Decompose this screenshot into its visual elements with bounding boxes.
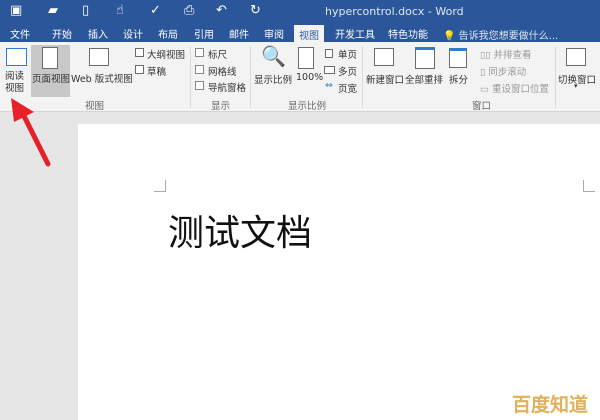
document-page[interactable] bbox=[78, 124, 600, 420]
new-icon[interactable]: ▯ bbox=[82, 3, 89, 18]
outline-icon bbox=[135, 48, 144, 57]
split-button[interactable]: 拆分 bbox=[449, 72, 468, 86]
multiple-pages-icon bbox=[324, 66, 335, 74]
title-bar: ▣ ▰ ▯ ☝ ✓ ⎙ ↶ ↻ hypercontrol.docx - Word bbox=[0, 0, 600, 24]
web-layout-icon bbox=[89, 48, 109, 66]
divider bbox=[250, 46, 251, 108]
split-icon bbox=[449, 48, 467, 68]
redo-icon[interactable]: ↻ bbox=[250, 3, 261, 18]
window-title: hypercontrol.docx - Word bbox=[325, 5, 464, 18]
hundred-percent-icon bbox=[298, 47, 314, 69]
sync-scroll-button[interactable]: ▯ 同步滚动 bbox=[480, 64, 526, 78]
view-side-by-side-button[interactable]: ▯▯ 并排查看 bbox=[480, 47, 532, 61]
tab-insert[interactable]: 插入 bbox=[88, 26, 108, 41]
margin-corner-mark bbox=[583, 180, 595, 192]
window-group-label: 窗口 bbox=[472, 101, 492, 112]
print-preview-icon[interactable]: ⎙ bbox=[184, 3, 194, 18]
tell-me-search[interactable]: 💡 告诉我您想要做什么... bbox=[443, 27, 558, 42]
tab-layout[interactable]: 布局 bbox=[158, 26, 178, 41]
red-arrow-annotation bbox=[11, 98, 51, 167]
reset-window-label: 重设窗口位置 bbox=[492, 84, 550, 95]
tab-view[interactable]: 视图 bbox=[294, 25, 324, 42]
new-window-button[interactable]: 新建窗口 bbox=[366, 72, 404, 86]
web-layout-button[interactable]: Web 版式视图 bbox=[71, 71, 133, 85]
tell-me-text: 告诉我您想要做什么... bbox=[458, 31, 559, 42]
zoom-button[interactable]: 显示比例 bbox=[254, 72, 292, 86]
chevron-down-icon[interactable]: ▾ bbox=[574, 82, 578, 90]
print-layout-button[interactable]: 页面视图 bbox=[32, 71, 70, 85]
multiple-pages-button[interactable]: 多页 bbox=[338, 64, 357, 78]
ribbon-tabs: 文件 开始 插入 设计 布局 引用 邮件 审阅 视图 开发工具 特色功能 💡 告… bbox=[0, 24, 600, 42]
margin-corner-mark bbox=[154, 180, 166, 192]
draft-button[interactable]: 草稿 bbox=[147, 64, 166, 78]
reset-window-button[interactable]: ▭ 重设窗口位置 bbox=[480, 81, 549, 95]
ruler-label: 标尺 bbox=[208, 50, 228, 61]
gridlines-label: 网格线 bbox=[208, 67, 237, 78]
tab-design[interactable]: 设计 bbox=[123, 26, 143, 41]
undo-icon[interactable]: ↶ bbox=[216, 3, 227, 18]
gridlines-checkbox[interactable] bbox=[195, 65, 204, 74]
one-page-button[interactable]: 单页 bbox=[338, 47, 357, 61]
ribbon: 阅读视图 页面视图 Web 版式视图 大纲视图 草稿 视图 标尺 网格线 导航窗… bbox=[0, 42, 600, 112]
arrange-all-icon bbox=[415, 47, 435, 69]
zoom-icon: 🔍 bbox=[261, 44, 286, 68]
arrange-all-button[interactable]: 全部重排 bbox=[405, 72, 443, 86]
tab-special[interactable]: 特色功能 bbox=[388, 26, 428, 41]
tab-mailings[interactable]: 邮件 bbox=[229, 26, 249, 41]
zoom-group-label: 显示比例 bbox=[288, 101, 327, 112]
divider bbox=[362, 46, 363, 108]
switch-windows-icon bbox=[566, 48, 586, 66]
divider bbox=[555, 46, 556, 108]
page-width-icon: ⇔ bbox=[325, 80, 333, 91]
sync-scroll-label: 同步滚动 bbox=[488, 67, 527, 78]
watermark-logo: 百度知道 bbox=[512, 394, 589, 416]
show-group-label: 显示 bbox=[211, 101, 231, 112]
save-icon[interactable]: ▣ bbox=[10, 3, 22, 18]
open-icon[interactable]: ▰ bbox=[48, 3, 58, 18]
hundred-percent-button[interactable]: 100% bbox=[296, 72, 323, 83]
divider bbox=[190, 46, 191, 108]
view-side-by-side-label: 并排查看 bbox=[493, 50, 532, 61]
tab-file[interactable]: 文件 bbox=[10, 26, 30, 41]
touch-mode-icon[interactable]: ☝ bbox=[116, 3, 124, 18]
tab-developer[interactable]: 开发工具 bbox=[335, 26, 375, 41]
tab-references[interactable]: 引用 bbox=[194, 26, 214, 41]
new-window-icon bbox=[374, 48, 394, 66]
tab-review[interactable]: 审阅 bbox=[264, 26, 284, 41]
print-layout-icon bbox=[42, 47, 58, 69]
page-width-button[interactable]: 页宽 bbox=[338, 81, 357, 95]
ruler-checkbox[interactable] bbox=[195, 48, 204, 57]
draft-icon bbox=[135, 65, 144, 74]
one-page-icon bbox=[325, 49, 333, 58]
document-text[interactable]: 测试文档 bbox=[168, 204, 312, 256]
read-mode-icon bbox=[6, 48, 27, 66]
spelling-icon[interactable]: ✓ bbox=[150, 3, 161, 18]
tab-home[interactable]: 开始 bbox=[52, 26, 72, 41]
views-group-label: 视图 bbox=[85, 101, 105, 112]
nav-pane-label: 导航窗格 bbox=[208, 83, 247, 94]
nav-pane-checkbox[interactable] bbox=[195, 81, 204, 90]
outline-button[interactable]: 大纲视图 bbox=[147, 47, 185, 61]
